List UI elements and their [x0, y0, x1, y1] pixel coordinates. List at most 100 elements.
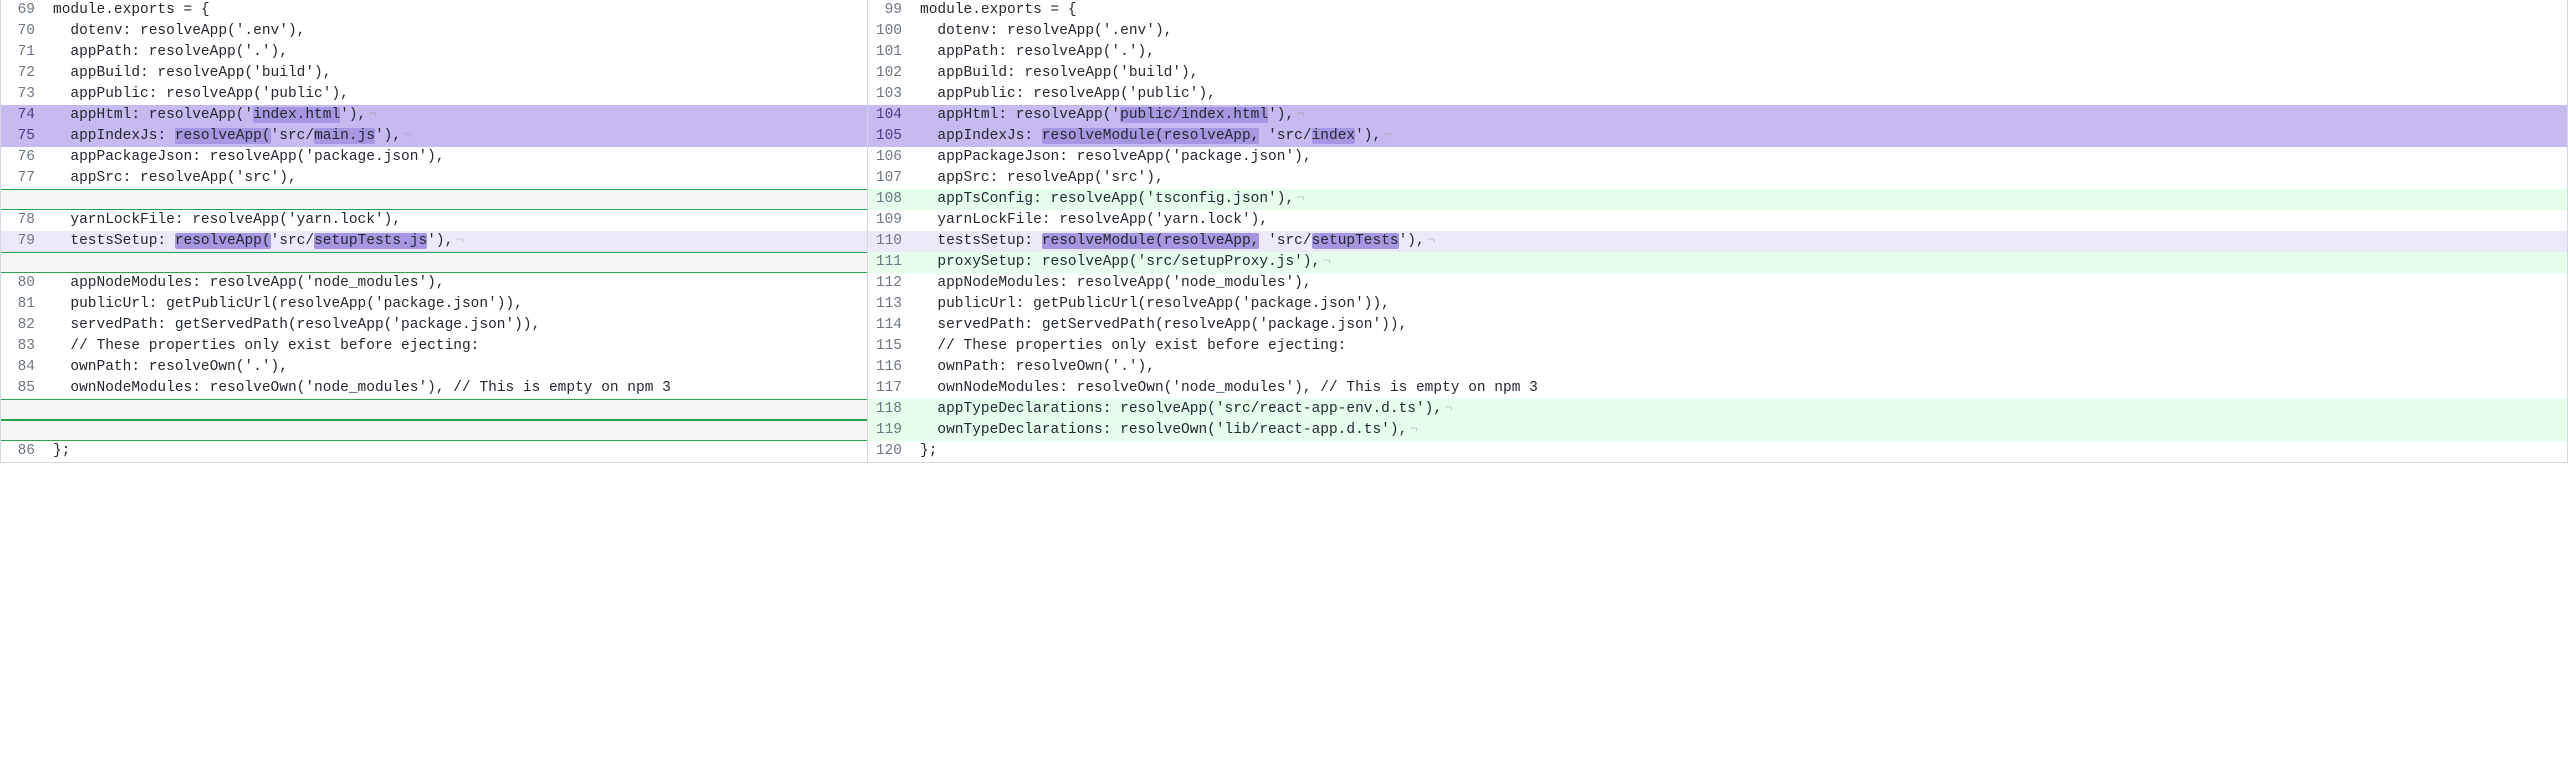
code-content[interactable]: ownTypeDeclarations: resolveOwn('lib/rea… — [912, 420, 2567, 441]
diff-line[interactable]: 105 appIndexJs: resolveModule(resolveApp… — [868, 126, 2567, 147]
diff-line[interactable]: 81 publicUrl: getPublicUrl(resolveApp('p… — [1, 294, 867, 315]
code-content[interactable] — [45, 253, 867, 272]
diff-line[interactable]: 86}; — [1, 441, 867, 462]
diff-line[interactable]: 85 ownNodeModules: resolveOwn('node_modu… — [1, 378, 867, 399]
code-segment: appIndexJs: — [920, 128, 1042, 144]
diff-line[interactable]: 83 // These properties only exist before… — [1, 336, 867, 357]
code-segment: appHtml: resolveApp(' — [920, 107, 1120, 123]
code-content[interactable]: dotenv: resolveApp('.env'), — [912, 21, 2567, 42]
code-content[interactable]: appIndexJs: resolveModule(resolveApp, 's… — [912, 126, 2567, 147]
diff-line[interactable]: 75 appIndexJs: resolveApp('src/main.js')… — [1, 126, 867, 147]
diff-pane-left[interactable]: 69module.exports = {70 dotenv: resolveAp… — [0, 0, 868, 463]
line-number — [1, 421, 45, 440]
code-content[interactable]: publicUrl: getPublicUrl(resolveApp('pack… — [45, 294, 867, 315]
code-content[interactable]: appNodeModules: resolveApp('node_modules… — [912, 273, 2567, 294]
code-content[interactable]: yarnLockFile: resolveApp('yarn.lock'), — [45, 210, 867, 231]
code-content[interactable]: appPath: resolveApp('.'), — [45, 42, 867, 63]
diff-line[interactable]: 106 appPackageJson: resolveApp('package.… — [868, 147, 2567, 168]
diff-line[interactable]: 102 appBuild: resolveApp('build'), — [868, 63, 2567, 84]
code-content[interactable]: appSrc: resolveApp('src'), — [45, 168, 867, 189]
diff-line[interactable]: 109 yarnLockFile: resolveApp('yarn.lock'… — [868, 210, 2567, 231]
code-text: // These properties only exist before ej… — [53, 338, 479, 354]
diff-line[interactable]: 80 appNodeModules: resolveApp('node_modu… — [1, 273, 867, 294]
code-content[interactable]: yarnLockFile: resolveApp('yarn.lock'), — [912, 210, 2567, 231]
code-content[interactable]: proxySetup: resolveApp('src/setupProxy.j… — [912, 252, 2567, 273]
code-content[interactable]: servedPath: getServedPath(resolveApp('pa… — [45, 315, 867, 336]
code-segment: '), — [340, 107, 366, 123]
code-content[interactable]: appPublic: resolveApp('public'), — [912, 84, 2567, 105]
code-content[interactable]: appHtml: resolveApp('public/index.html')… — [912, 105, 2567, 126]
diff-line[interactable]: 110 testsSetup: resolveModule(resolveApp… — [868, 231, 2567, 252]
word-diff-highlight: resolveModule(resolveApp, — [1042, 233, 1260, 249]
diff-line[interactable]: 120}; — [868, 441, 2567, 462]
code-content[interactable]: ownNodeModules: resolveOwn('node_modules… — [45, 378, 867, 399]
code-content[interactable] — [45, 421, 867, 440]
diff-line[interactable] — [1, 420, 867, 441]
diff-line[interactable]: 111 proxySetup: resolveApp('src/setupPro… — [868, 252, 2567, 273]
code-content[interactable]: appTypeDeclarations: resolveApp('src/rea… — [912, 399, 2567, 420]
diff-line[interactable] — [1, 189, 867, 210]
diff-line[interactable] — [1, 399, 867, 420]
code-segment: '), — [1355, 128, 1381, 144]
code-content[interactable]: appPackageJson: resolveApp('package.json… — [45, 147, 867, 168]
diff-pane-right[interactable]: 99module.exports = {100 dotenv: resolveA… — [868, 0, 2568, 463]
code-content[interactable]: dotenv: resolveApp('.env'), — [45, 21, 867, 42]
diff-line[interactable]: 100 dotenv: resolveApp('.env'), — [868, 21, 2567, 42]
diff-line[interactable]: 116 ownPath: resolveOwn('.'), — [868, 357, 2567, 378]
diff-line[interactable] — [1, 252, 867, 273]
code-content[interactable]: // These properties only exist before ej… — [912, 336, 2567, 357]
code-content[interactable]: appHtml: resolveApp('index.html'),¬ — [45, 105, 867, 126]
code-content[interactable]: module.exports = { — [45, 0, 867, 21]
diff-line[interactable]: 78 yarnLockFile: resolveApp('yarn.lock')… — [1, 210, 867, 231]
code-content[interactable]: publicUrl: getPublicUrl(resolveApp('pack… — [912, 294, 2567, 315]
diff-line[interactable]: 74 appHtml: resolveApp('index.html'),¬ — [1, 105, 867, 126]
diff-line[interactable]: 84 ownPath: resolveOwn('.'), — [1, 357, 867, 378]
code-content[interactable]: appTsConfig: resolveApp('tsconfig.json')… — [912, 189, 2567, 210]
diff-line[interactable]: 82 servedPath: getServedPath(resolveApp(… — [1, 315, 867, 336]
diff-line[interactable]: 72 appBuild: resolveApp('build'), — [1, 63, 867, 84]
diff-line[interactable]: 103 appPublic: resolveApp('public'), — [868, 84, 2567, 105]
code-content[interactable]: // These properties only exist before ej… — [45, 336, 867, 357]
code-content[interactable]: appNodeModules: resolveApp('node_modules… — [45, 273, 867, 294]
code-content[interactable]: testsSetup: resolveApp('src/setupTests.j… — [45, 231, 867, 252]
code-content[interactable]: testsSetup: resolveModule(resolveApp, 's… — [912, 231, 2567, 252]
diff-line[interactable]: 107 appSrc: resolveApp('src'), — [868, 168, 2567, 189]
diff-line[interactable]: 71 appPath: resolveApp('.'), — [1, 42, 867, 63]
code-content[interactable]: appPackageJson: resolveApp('package.json… — [912, 147, 2567, 168]
diff-line[interactable]: 70 dotenv: resolveApp('.env'), — [1, 21, 867, 42]
code-content[interactable]: }; — [912, 441, 2567, 462]
code-content[interactable] — [45, 190, 867, 209]
code-content[interactable]: ownPath: resolveOwn('.'), — [45, 357, 867, 378]
code-content[interactable]: }; — [45, 441, 867, 462]
diff-line[interactable]: 73 appPublic: resolveApp('public'), — [1, 84, 867, 105]
diff-line[interactable]: 77 appSrc: resolveApp('src'), — [1, 168, 867, 189]
word-diff-highlight: resolveApp( — [175, 233, 271, 249]
code-content[interactable]: ownNodeModules: resolveOwn('node_modules… — [912, 378, 2567, 399]
diff-line[interactable]: 118 appTypeDeclarations: resolveApp('src… — [868, 399, 2567, 420]
diff-line[interactable]: 69module.exports = { — [1, 0, 867, 21]
code-content[interactable]: appPath: resolveApp('.'), — [912, 42, 2567, 63]
diff-line[interactable]: 99module.exports = { — [868, 0, 2567, 21]
code-content[interactable] — [45, 400, 867, 419]
line-number: 69 — [1, 0, 45, 21]
diff-line[interactable]: 113 publicUrl: getPublicUrl(resolveApp('… — [868, 294, 2567, 315]
diff-line[interactable]: 79 testsSetup: resolveApp('src/setupTest… — [1, 231, 867, 252]
diff-line[interactable]: 119 ownTypeDeclarations: resolveOwn('lib… — [868, 420, 2567, 441]
code-content[interactable]: appIndexJs: resolveApp('src/main.js'),¬ — [45, 126, 867, 147]
diff-line[interactable]: 117 ownNodeModules: resolveOwn('node_mod… — [868, 378, 2567, 399]
diff-line[interactable]: 115 // These properties only exist befor… — [868, 336, 2567, 357]
diff-line[interactable]: 112 appNodeModules: resolveApp('node_mod… — [868, 273, 2567, 294]
diff-line[interactable]: 114 servedPath: getServedPath(resolveApp… — [868, 315, 2567, 336]
code-content[interactable]: module.exports = { — [912, 0, 2567, 21]
code-content[interactable]: appSrc: resolveApp('src'), — [912, 168, 2567, 189]
diff-line[interactable]: 101 appPath: resolveApp('.'), — [868, 42, 2567, 63]
code-content[interactable]: appBuild: resolveApp('build'), — [45, 63, 867, 84]
code-content[interactable]: ownPath: resolveOwn('.'), — [912, 357, 2567, 378]
word-diff-highlight: public/index.html — [1120, 107, 1268, 123]
diff-line[interactable]: 76 appPackageJson: resolveApp('package.j… — [1, 147, 867, 168]
diff-line[interactable]: 108 appTsConfig: resolveApp('tsconfig.js… — [868, 189, 2567, 210]
diff-line[interactable]: 104 appHtml: resolveApp('public/index.ht… — [868, 105, 2567, 126]
code-content[interactable]: appPublic: resolveApp('public'), — [45, 84, 867, 105]
code-content[interactable]: servedPath: getServedPath(resolveApp('pa… — [912, 315, 2567, 336]
code-content[interactable]: appBuild: resolveApp('build'), — [912, 63, 2567, 84]
